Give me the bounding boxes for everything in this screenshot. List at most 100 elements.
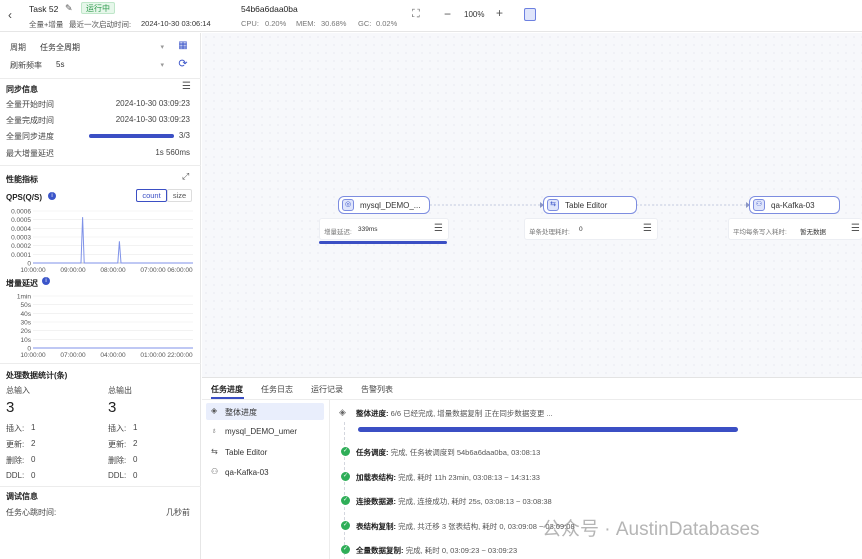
y-tick-label: 20s bbox=[21, 328, 32, 335]
in-delete-value: 0 bbox=[31, 455, 36, 464]
step-schedule: ✓ 任务调度: 完成, 任务被调度到 54b6a6daa0ba, 03:08:1… bbox=[341, 447, 541, 458]
max-delay-label: 最大增量延迟 bbox=[6, 149, 54, 158]
total-out-value: 3 bbox=[108, 399, 117, 416]
card-label: 平均每条写入耗时: bbox=[733, 229, 787, 236]
calendar-icon[interactable]: ▦ bbox=[176, 39, 190, 53]
left-panel: 周期 任务全周期 ▾ ▦ 刷新频率 5s ▾ ⟳ 同步信息 ☰ 全量开始时间 2… bbox=[0, 33, 201, 559]
nav-overall-progress[interactable]: ◈ 整体进度 bbox=[206, 403, 324, 420]
divider bbox=[0, 486, 201, 487]
node-source-mysql[interactable]: ◎ mysql_DEMO_... bbox=[338, 196, 430, 214]
step-title: 任务调度: bbox=[356, 448, 389, 457]
out-update-label: 更新: bbox=[108, 440, 127, 449]
gc-label: GC: bbox=[358, 19, 372, 28]
mem-label: MEM: bbox=[296, 19, 316, 28]
node-target-kafka[interactable]: ⚇ qa-Kafka-03 bbox=[749, 196, 840, 214]
fit-view-icon[interactable]: ⛶ bbox=[412, 8, 420, 21]
zoom-out-button[interactable]: − bbox=[444, 7, 451, 21]
qps-label: QPS(Q/S) bbox=[6, 193, 43, 202]
x-tick-label: 22:00:00 bbox=[167, 352, 193, 359]
divider bbox=[0, 165, 201, 166]
x-tick-label: 08:00:00 bbox=[100, 267, 126, 274]
divider bbox=[0, 363, 201, 364]
node-label: Table Editor bbox=[565, 201, 608, 210]
y-tick-label: 10s bbox=[21, 337, 32, 344]
task-name: Task 52 bbox=[29, 4, 59, 14]
menu-icon[interactable]: ☰ bbox=[851, 223, 860, 234]
step-title: 加载表结构: bbox=[356, 473, 396, 482]
node-label: qa-Kafka-03 bbox=[771, 201, 815, 210]
node-table-editor[interactable]: ⇆ Table Editor bbox=[543, 196, 637, 214]
watermark: 公众号 · AustinDatabases bbox=[542, 519, 760, 540]
tab-progress[interactable]: 任务进度 bbox=[211, 384, 243, 395]
step-load-schema: ✓ 加载表结构: 完成, 耗时 11h 23min, 03:08:13 ~ 14… bbox=[341, 472, 540, 483]
check-icon: ✓ bbox=[341, 496, 350, 505]
card-label: 单条处理耗时: bbox=[529, 229, 570, 236]
nav-divider bbox=[329, 400, 330, 559]
step-text: 完成, 任务被调度到 54b6a6daa0ba, 03:08:13 bbox=[390, 448, 541, 457]
menu-icon[interactable]: ☰ bbox=[434, 223, 443, 234]
check-icon: ✓ bbox=[341, 472, 350, 481]
nav-target-node[interactable]: ⚇ qa-Kafka-03 bbox=[206, 464, 324, 481]
full-done-label: 全量完成时间 bbox=[6, 116, 54, 125]
full-progress-fill bbox=[89, 134, 174, 138]
heartbeat-value: 几秒前 bbox=[166, 508, 190, 517]
series-line bbox=[33, 217, 193, 264]
tab-logs[interactable]: 任务日志 bbox=[261, 384, 293, 395]
back-icon[interactable]: ‹ bbox=[8, 8, 12, 22]
full-progress-value: 3/3 bbox=[178, 131, 190, 140]
period-label: 周期 bbox=[10, 43, 26, 52]
count-toggle[interactable]: count bbox=[136, 189, 167, 202]
full-start-value: 2024-10-30 03:09:23 bbox=[115, 99, 190, 108]
tabs-divider bbox=[202, 399, 862, 400]
layers-icon: ◈ bbox=[339, 407, 346, 417]
x-tick-label: 01:00:00 bbox=[140, 352, 166, 359]
y-tick-label: 30s bbox=[21, 320, 32, 327]
report-icon[interactable] bbox=[524, 8, 536, 21]
max-delay-value: 1s 560ms bbox=[155, 148, 190, 157]
tab-run-records[interactable]: 运行记录 bbox=[311, 384, 343, 395]
nav-source-node[interactable]: ♁ mysql_DEMO_umer bbox=[206, 423, 324, 440]
step-connect: ✓ 连接数据源: 完成, 连接成功, 耗时 25s, 03:08:13 ~ 03… bbox=[341, 496, 552, 507]
nav-label: qa-Kafka-03 bbox=[225, 468, 269, 477]
expand-icon[interactable]: ⤢ bbox=[182, 171, 189, 182]
check-icon: ✓ bbox=[341, 545, 350, 554]
bottom-panel: 任务进度 任务日志 运行记录 告警列表 ◈ 整体进度 ♁ mysql_DEMO_… bbox=[202, 377, 862, 559]
step-text: 完成, 连接成功, 耗时 25s, 03:08:13 ~ 03:08:38 bbox=[398, 497, 552, 506]
total-in-value: 3 bbox=[6, 399, 15, 416]
out-delete-label: 删除: bbox=[108, 456, 127, 465]
list-icon[interactable]: ☰ bbox=[182, 81, 191, 92]
size-toggle[interactable]: size bbox=[167, 189, 192, 202]
sync-info-title: 同步信息 bbox=[6, 85, 38, 94]
menu-icon[interactable]: ☰ bbox=[643, 223, 652, 234]
in-update-label: 更新: bbox=[6, 440, 25, 449]
cpu-label: CPU: bbox=[241, 19, 259, 28]
nav-label: mysql_DEMO_umer bbox=[225, 427, 298, 436]
in-insert-value: 1 bbox=[31, 423, 36, 432]
step-title: 连接数据源: bbox=[356, 497, 396, 506]
refresh-icon[interactable]: ⟳ bbox=[176, 57, 190, 71]
step-text: 完成, 耗时 11h 23min, 03:08:13 ~ 14:31:33 bbox=[398, 473, 540, 482]
layers-icon: ◈ bbox=[211, 406, 218, 415]
node-source-active-bar bbox=[319, 241, 447, 244]
x-tick-label: 07:00:00 bbox=[60, 352, 86, 359]
out-delete-value: 0 bbox=[133, 455, 138, 464]
tab-alerts[interactable]: 告警列表 bbox=[361, 384, 393, 395]
divider bbox=[0, 78, 201, 79]
qps-chart: 0.00060.00050.00040.00030.00020.0001010:… bbox=[11, 209, 193, 275]
nav-table-editor[interactable]: ⇆ Table Editor bbox=[206, 444, 324, 461]
edit-icon[interactable]: ✎ bbox=[65, 3, 73, 14]
y-tick-label: 0.0005 bbox=[11, 217, 31, 224]
refresh-select[interactable]: 5s ▾ bbox=[56, 59, 164, 74]
overall-desc: 6/6 已经完成, 增量数据复制 正在同步数据变更 ... bbox=[390, 409, 553, 418]
card-value: 339ms bbox=[358, 226, 378, 233]
period-select[interactable]: 任务全周期 ▾ bbox=[40, 41, 164, 56]
transform-icon: ⇆ bbox=[547, 199, 559, 211]
out-ddl-value: 0 bbox=[133, 471, 138, 480]
zoom-in-button[interactable]: + bbox=[496, 6, 503, 20]
card-label: 增量延迟: bbox=[324, 229, 352, 236]
out-insert-label: 插入: bbox=[108, 424, 127, 433]
dag-canvas[interactable]: ◎ mysql_DEMO_... 增量延迟: 339ms ☰ ⇆ Table E… bbox=[202, 33, 862, 377]
chevron-down-icon: ▾ bbox=[160, 62, 164, 69]
total-in-label: 总输入 bbox=[6, 386, 30, 395]
y-tick-label: 50s bbox=[21, 302, 32, 309]
